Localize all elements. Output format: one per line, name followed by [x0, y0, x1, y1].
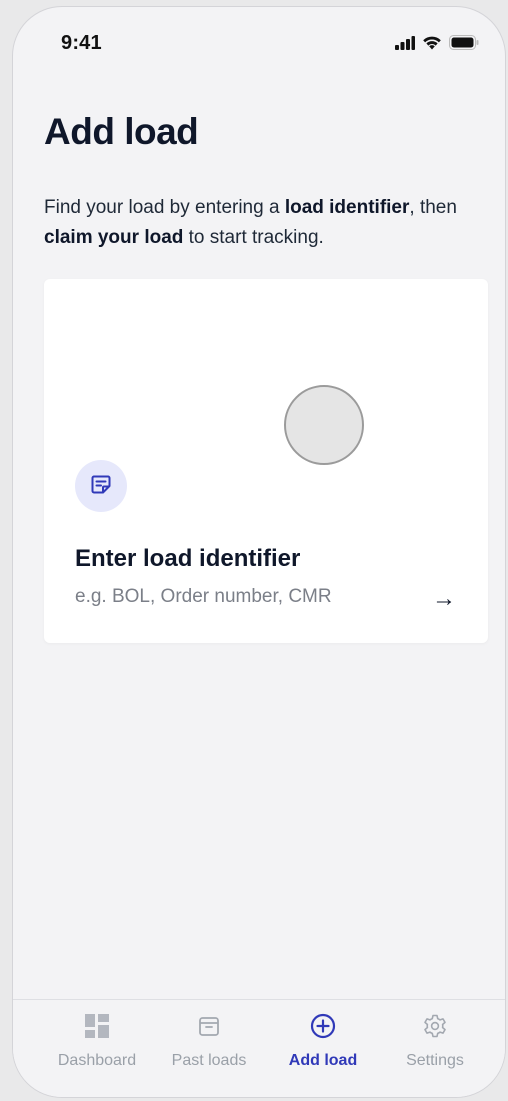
plus-circle-icon [310, 1012, 336, 1040]
gear-icon [422, 1012, 448, 1040]
tab-settings[interactable]: Settings [375, 1012, 495, 1070]
status-time: 9:41 [61, 32, 102, 54]
card-title: Enter load identifier [75, 545, 301, 572]
arrow-right-icon[interactable]: → [432, 585, 456, 613]
page-title: Add load [44, 111, 199, 152]
intro-part-2: , then [409, 197, 457, 218]
phone-frame: 9:41 Add load Find your load by entering… [12, 6, 506, 1098]
tab-label-dashboard: Dashboard [57, 1052, 137, 1069]
tab-bar: Dashboard Past loads Add load Settings [13, 999, 505, 1097]
status-icons [395, 35, 479, 55]
document-icon-badge [75, 460, 127, 512]
intro-bold-load-identifier: load identifier [284, 197, 410, 218]
card-subtitle: e.g. BOL, Order number, CMR [75, 586, 332, 607]
wifi-icon [422, 35, 442, 55]
dashboard-icon [85, 1012, 109, 1040]
tab-label-past-loads: Past loads [171, 1052, 247, 1069]
tab-dashboard[interactable]: Dashboard [37, 1012, 157, 1070]
tab-label-settings: Settings [406, 1052, 464, 1069]
status-bar: 9:41 [13, 7, 505, 77]
document-icon [90, 473, 112, 500]
touch-indicator [284, 385, 364, 465]
tab-label-add-load: Add load [288, 1052, 358, 1069]
battery-icon [449, 35, 479, 55]
tab-add-load[interactable]: Add load [263, 1012, 383, 1070]
enter-load-identifier-card[interactable]: Enter load identifier e.g. BOL, Order nu… [44, 279, 488, 643]
archive-box-icon [197, 1012, 221, 1040]
intro-text: Find your load by entering a load identi… [44, 193, 484, 253]
intro-bold-claim-load: claim your load [44, 227, 184, 248]
intro-part-3: to start tracking. [183, 227, 324, 248]
signal-icon [395, 35, 415, 55]
tab-past-loads[interactable]: Past loads [149, 1012, 269, 1070]
intro-part-1: Find your load by entering a [44, 197, 285, 218]
